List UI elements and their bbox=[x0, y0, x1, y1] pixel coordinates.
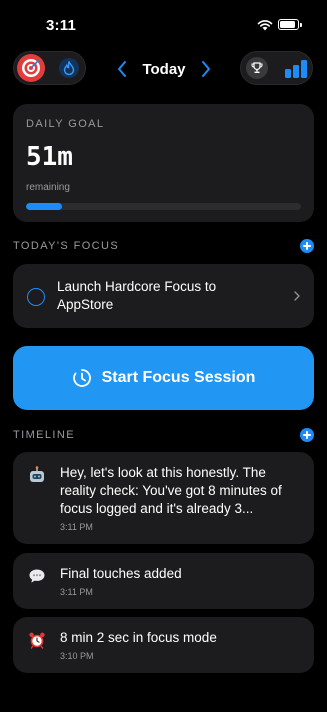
date-label[interactable]: Today bbox=[142, 61, 185, 78]
timeline-item-message: 8 min 2 sec in focus mode bbox=[60, 630, 217, 645]
daily-goal-progress-bar bbox=[26, 203, 301, 210]
timeline-item[interactable]: Hey, let's look at this honestly. The re… bbox=[13, 452, 314, 544]
alarm-clock-icon bbox=[28, 631, 46, 649]
timer-icon bbox=[72, 369, 91, 387]
status-bar: 3:11 bbox=[0, 0, 327, 44]
flame-icon[interactable] bbox=[59, 58, 79, 78]
focus-task-checkbox[interactable] bbox=[27, 288, 45, 306]
timeline-header: TIMELINE bbox=[13, 427, 314, 443]
start-focus-session-button[interactable]: Start Focus Session bbox=[13, 346, 314, 410]
robot-icon bbox=[28, 466, 46, 484]
battery-icon bbox=[278, 19, 302, 30]
focus-task-text: Launch Hardcore Focus to AppStore bbox=[57, 279, 217, 312]
todays-focus-title: TODAY'S FOCUS bbox=[13, 240, 120, 252]
timeline-item[interactable]: Final touches added 3:11 PM bbox=[13, 553, 314, 609]
timeline-item-message: Hey, let's look at this honestly. The re… bbox=[60, 465, 282, 516]
date-navigation: Today bbox=[114, 56, 214, 82]
timeline-item[interactable]: 8 min 2 sec in focus mode 3:10 PM bbox=[13, 617, 314, 673]
add-timeline-plus-icon[interactable] bbox=[300, 428, 314, 442]
timeline-item-message: Final touches added bbox=[60, 566, 182, 581]
stats-bar-chart-icon[interactable] bbox=[284, 59, 308, 79]
start-focus-session-label: Start Focus Session bbox=[101, 369, 256, 386]
daily-goal-value: 51m bbox=[26, 142, 73, 172]
next-day-chevron-icon[interactable] bbox=[198, 56, 214, 82]
timeline-item-time: 3:11 PM bbox=[60, 522, 93, 532]
trophy-icon[interactable] bbox=[246, 57, 268, 79]
previous-day-chevron-icon[interactable] bbox=[114, 56, 130, 82]
chevron-right-icon bbox=[294, 291, 300, 301]
wifi-icon bbox=[257, 20, 273, 31]
daily-goal-progress-fill bbox=[26, 203, 62, 210]
speech-bubble-icon bbox=[28, 567, 46, 585]
right-toolbar-pill bbox=[240, 51, 313, 85]
daily-goal-sublabel: remaining bbox=[26, 182, 70, 193]
status-time: 3:11 bbox=[46, 17, 76, 34]
todays-focus-card[interactable]: Launch Hardcore Focus to AppStore bbox=[13, 264, 314, 328]
daily-goal-card: DAILY GOAL 51m remaining bbox=[13, 104, 314, 222]
target-icon[interactable] bbox=[17, 54, 45, 82]
timeline-item-time: 3:10 PM bbox=[60, 651, 94, 661]
timeline-item-time: 3:11 PM bbox=[60, 587, 93, 597]
daily-goal-label: DAILY GOAL bbox=[26, 118, 105, 130]
todays-focus-header: TODAY'S FOCUS bbox=[13, 238, 314, 254]
timeline-title: TIMELINE bbox=[13, 429, 75, 441]
add-focus-plus-icon[interactable] bbox=[300, 239, 314, 253]
left-toolbar-pill bbox=[13, 51, 86, 85]
